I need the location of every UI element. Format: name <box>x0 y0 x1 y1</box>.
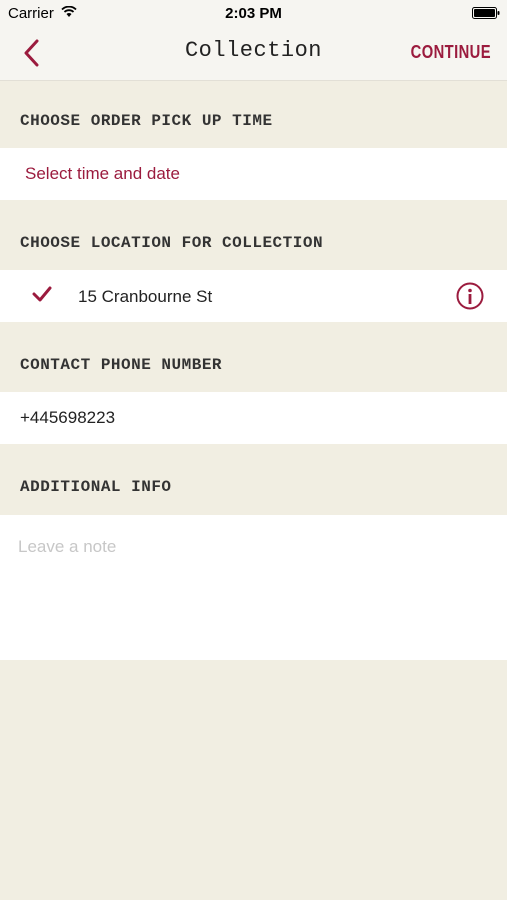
location-label: 15 Cranbourne St <box>78 287 213 306</box>
info-icon[interactable] <box>456 282 484 310</box>
continue-button[interactable]: CONTINUE <box>411 42 491 63</box>
navigation-bar: Collection CONTINUE <box>0 28 507 81</box>
battery-icon <box>472 7 500 19</box>
phone-input[interactable]: +445698223 <box>20 408 115 428</box>
info-section-header: ADDITIONAL INFO <box>0 478 507 502</box>
status-time: 2:03 PM <box>225 5 282 22</box>
info-header-label: ADDITIONAL INFO <box>20 478 172 496</box>
location-header-label: CHOOSE LOCATION FOR COLLECTION <box>20 234 324 252</box>
note-placeholder: Leave a note <box>18 537 117 556</box>
location-section-header: CHOOSE LOCATION FOR COLLECTION <box>0 234 507 258</box>
pickup-section-header: CHOOSE ORDER PICK UP TIME <box>0 112 507 136</box>
phone-header-label: CONTACT PHONE NUMBER <box>20 356 223 374</box>
status-bar: Carrier 2:03 PM <box>0 0 507 28</box>
pickup-time-row[interactable]: Select time and date <box>0 148 507 200</box>
phone-row[interactable]: +445698223 <box>0 392 507 444</box>
pickup-time-value[interactable]: Select time and date <box>25 164 180 184</box>
note-textarea[interactable]: Leave a note <box>0 515 507 660</box>
phone-section-header: CONTACT PHONE NUMBER <box>0 356 507 380</box>
location-row[interactable]: 15 Cranbourne St <box>0 270 507 322</box>
pickup-header-label: CHOOSE ORDER PICK UP TIME <box>20 112 273 130</box>
checkmark-icon <box>32 286 52 302</box>
